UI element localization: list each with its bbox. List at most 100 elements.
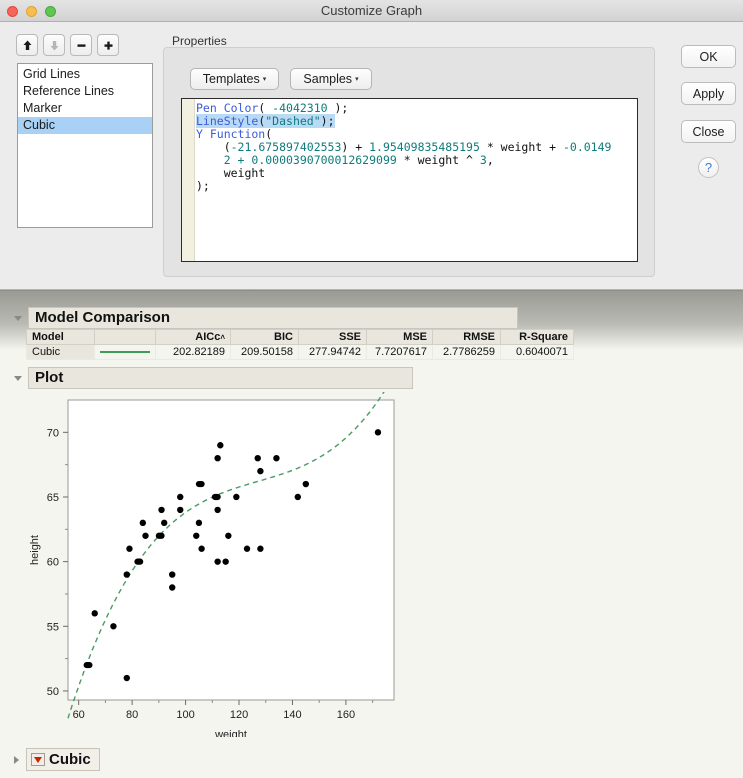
data-point (214, 558, 221, 565)
samples-label: Samples (303, 72, 353, 86)
x-axis-label: weight (214, 729, 247, 737)
data-point (225, 532, 232, 539)
cell-r-square: 0.6040071 (500, 344, 574, 360)
chevron-down-icon: ▾ (262, 75, 267, 83)
disclosure-triangle-icon[interactable] (14, 375, 22, 381)
model-comparison-table: Model AICc˄ BIC SSE MSE RMSE R-Square Cu… (26, 329, 574, 360)
data-point (123, 571, 130, 578)
disclosure-triangle-icon[interactable] (14, 315, 22, 321)
list-item[interactable]: Grid Lines (18, 66, 152, 83)
chevron-down-icon: ▾ (355, 75, 359, 83)
data-point (158, 506, 165, 514)
data-point (195, 519, 203, 527)
data-point (193, 532, 200, 539)
data-point (222, 558, 229, 565)
data-point (83, 661, 93, 669)
data-point (177, 493, 184, 501)
column-header-color (94, 329, 156, 345)
list-item[interactable]: Cubic (18, 117, 152, 134)
dialog-title-bar[interactable]: Customize Graph (0, 0, 743, 22)
cell-bic: 209.50158 (230, 344, 299, 360)
disclosure-triangle-icon[interactable] (14, 755, 19, 764)
data-point (142, 532, 149, 539)
cubic-chip[interactable]: Cubic (26, 748, 100, 771)
cell-mse: 7.7207617 (366, 344, 433, 360)
move-down-icon (50, 40, 58, 50)
plot-section-header[interactable]: Plot (14, 367, 413, 389)
templates-dropdown-button[interactable]: Templates ▾ (190, 68, 279, 90)
column-header-bic[interactable]: BIC (230, 329, 299, 345)
data-point (169, 584, 176, 591)
list-toolbar (16, 34, 119, 56)
model-comparison-title: Model Comparison (28, 307, 518, 329)
add-button[interactable] (97, 34, 119, 56)
move-up-icon (23, 40, 31, 50)
cell-color-swatch (94, 344, 156, 360)
x-tick-label: 120 (230, 709, 248, 721)
data-point (177, 506, 184, 514)
column-header-mse[interactable]: MSE (366, 329, 433, 345)
data-point (169, 571, 176, 578)
column-header-r-square[interactable]: R-Square (500, 329, 574, 345)
plot-frame (67, 399, 395, 701)
cell-model: Cubic (26, 344, 95, 360)
column-header-sse[interactable]: SSE (298, 329, 367, 345)
close-button[interactable]: Close (681, 120, 736, 143)
column-header-rmse[interactable]: RMSE (432, 329, 501, 345)
data-point (257, 545, 264, 552)
y-axis-label: height (29, 535, 41, 565)
data-point (110, 623, 117, 630)
code-line: ); (196, 179, 210, 193)
minus-icon (77, 43, 85, 47)
table-row[interactable]: Cubic 202.82189 209.50158 277.94742 7.72… (26, 344, 574, 360)
x-tick-label: 140 (283, 709, 301, 721)
editor-code-text[interactable]: Pen Color( -4042310 ); LineStyle("Dashed"… (196, 102, 637, 261)
column-header-model[interactable]: Model (26, 329, 95, 345)
list-item[interactable]: Marker (18, 100, 152, 117)
data-point (126, 545, 133, 552)
x-tick-label: 160 (337, 709, 355, 721)
data-point (139, 519, 147, 527)
graph-elements-list[interactable]: Grid Lines Reference Lines Marker Cubic (17, 63, 153, 228)
series-color-line-icon (100, 351, 150, 353)
model-comparison-section-header[interactable]: Model Comparison (14, 307, 518, 329)
ok-button[interactable]: OK (681, 45, 736, 68)
data-point (254, 454, 261, 462)
column-header-aicc[interactable]: AICc˄ (155, 329, 231, 345)
table-header-row: Model AICc˄ BIC SSE MSE RMSE R-Square (26, 329, 574, 345)
data-point (160, 519, 168, 527)
data-point (302, 480, 310, 488)
cell-sse: 277.94742 (298, 344, 367, 360)
samples-dropdown-button[interactable]: Samples ▾ (290, 68, 372, 90)
sort-caret-icon: ˄ (220, 333, 225, 342)
x-tick-label: 100 (176, 709, 194, 721)
y-tick-label: 70 (47, 427, 59, 439)
editor-gutter (182, 99, 195, 261)
customize-graph-dialog: Customize Graph Grid Lines Reference Lin… (0, 0, 743, 290)
y-tick-label: 60 (47, 557, 59, 569)
move-down-button[interactable] (43, 34, 65, 56)
apply-button[interactable]: Apply (681, 82, 736, 105)
data-point (211, 493, 221, 501)
data-point (257, 467, 264, 475)
dialog-title: Customize Graph (320, 3, 423, 18)
data-point (294, 493, 302, 501)
scatter-plot-canvas: 50 55 60 65 70 60 80 100 120 140 160 weight height (29, 392, 395, 737)
cubic-footer-row[interactable]: Cubic (14, 748, 100, 771)
help-button[interactable]: ? (698, 157, 719, 178)
data-point (214, 506, 221, 514)
data-point (123, 674, 130, 682)
x-tick-label: 60 (73, 709, 85, 721)
code-line: weight (196, 166, 266, 180)
plot-title: Plot (28, 367, 413, 389)
move-up-button[interactable] (16, 34, 38, 56)
script-editor[interactable]: Pen Color( -4042310 ); LineStyle("Dashed"… (181, 98, 638, 262)
screen: Model Comparison Model AICc˄ BIC SSE MSE… (0, 0, 743, 778)
red-triangle-menu-icon[interactable] (31, 753, 45, 766)
list-item[interactable]: Reference Lines (18, 83, 152, 100)
data-point (374, 429, 382, 436)
remove-button[interactable] (70, 34, 92, 56)
scatter-plot[interactable]: 50 55 60 65 70 60 80 100 120 140 160 weight height (24, 392, 404, 737)
templates-label: Templates (202, 72, 260, 86)
data-point (243, 545, 251, 552)
